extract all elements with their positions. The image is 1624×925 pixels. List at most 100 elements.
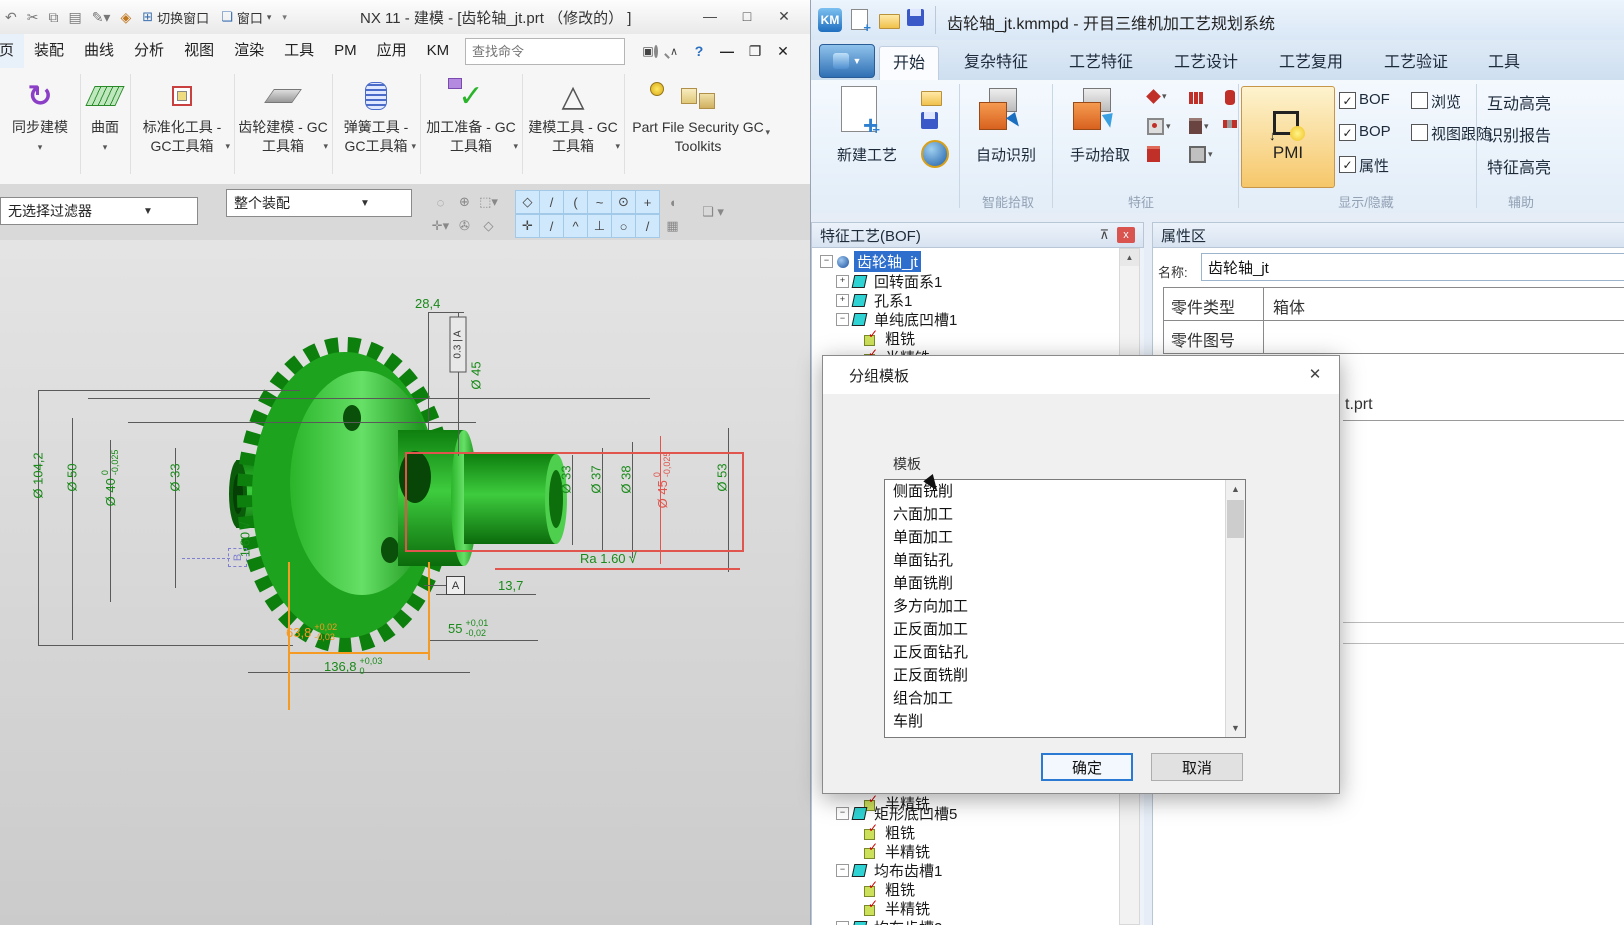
list-item[interactable]: 组合加工 xyxy=(885,687,1245,710)
snap-endpoint-icon[interactable]: ◇ xyxy=(515,190,540,214)
tab-application[interactable]: 应用 xyxy=(367,34,417,68)
render-style-dropdown[interactable]: ❑ ▾ xyxy=(695,200,731,224)
manual-pick-label[interactable]: 手动拾取 xyxy=(1055,144,1145,165)
snap-midpoint-icon[interactable]: / xyxy=(539,190,564,214)
snap-line-icon[interactable]: / xyxy=(539,214,564,238)
shaft-joint-feature-icon[interactable] xyxy=(1223,120,1237,128)
ok-button[interactable]: 确定 xyxy=(1041,753,1133,781)
window-menu-button[interactable]: ❏ 窗口 ▾ xyxy=(215,8,277,27)
snap-grid-icon[interactable]: ▦ xyxy=(660,214,685,238)
tab-tools[interactable]: 工具 xyxy=(1476,46,1532,80)
tab-km[interactable]: KM xyxy=(417,34,460,68)
scroll-up-icon[interactable]: ▲ xyxy=(1226,480,1245,498)
expander-icon[interactable]: − xyxy=(836,921,849,925)
doc-restore-button[interactable]: ❐ xyxy=(740,39,770,63)
format-brush-icon[interactable]: ✎▾ xyxy=(92,9,111,26)
scroll-down-icon[interactable]: ▼ xyxy=(1226,719,1245,737)
pmi-toggle-button[interactable]: ↓ PMI xyxy=(1241,86,1335,188)
tab-start[interactable]: 开始 xyxy=(879,46,939,81)
new-process-label[interactable]: 新建工艺 xyxy=(819,144,915,165)
tab-render[interactable]: 渲染 xyxy=(224,34,274,68)
help-icon[interactable]: ? xyxy=(684,39,714,63)
new-process-icon[interactable]: + xyxy=(833,86,897,144)
list-item[interactable]: 车削 xyxy=(885,710,1245,733)
tab-analysis[interactable]: 分析 xyxy=(124,34,174,68)
part-file-security-button[interactable]: Part File Security GC Toolkits▾ xyxy=(626,74,770,178)
browse-checkbox[interactable] xyxy=(1411,92,1428,109)
feature-highlight-button[interactable]: 特征高亮 xyxy=(1487,154,1551,178)
spring-tools-button[interactable]: 弹簧工具 - GC工具箱▾ xyxy=(334,74,418,178)
snap-point-icon[interactable]: ✛ xyxy=(515,214,540,238)
snap-ellipse-icon[interactable]: ○ xyxy=(611,214,636,238)
face-feature-icon[interactable]: ▾ xyxy=(1189,146,1213,163)
tree-item[interactable]: + 孔系1 xyxy=(836,291,915,310)
list-item[interactable]: 单面铣削 xyxy=(885,572,1245,595)
list-item[interactable]: 六面加工 xyxy=(885,503,1245,526)
snap-spline-icon[interactable]: ~ xyxy=(587,190,612,214)
modeling-tools-button[interactable]: △ 建模工具 - GC工具箱▾ xyxy=(524,74,622,178)
expander-icon[interactable]: − xyxy=(820,255,833,268)
dialog-close-icon[interactable]: ✕ xyxy=(1305,364,1325,384)
plane-feature-icon[interactable]: ▾ xyxy=(1147,90,1167,103)
nx-graphics-area[interactable]: 28,4 0.3 | A Ø 104,2 Ø 50 Ø 400-0,025 Ø … xyxy=(0,240,810,925)
copy-icon[interactable]: ⧉ xyxy=(48,9,58,26)
interactive-highlight-button[interactable]: 互动高亮 xyxy=(1487,90,1551,114)
panel-close-button[interactable]: x xyxy=(1117,227,1135,243)
list-item[interactable]: 正反面加工 xyxy=(885,618,1245,641)
search-input[interactable] xyxy=(466,44,654,59)
expander-icon[interactable]: + xyxy=(836,294,849,307)
pocket-feature-icon[interactable]: ▾ xyxy=(1189,118,1209,134)
list-item[interactable]: 单面钻孔 xyxy=(885,549,1245,572)
tab-process-features[interactable]: 工艺特征 xyxy=(1056,46,1146,80)
save-file-icon[interactable] xyxy=(907,9,929,31)
doc-minimize-button[interactable]: — xyxy=(712,39,742,63)
part-type-value[interactable]: 箱体 xyxy=(1273,294,1305,318)
open-process-icon[interactable] xyxy=(921,86,943,108)
tab-view[interactable]: 视图 xyxy=(174,34,224,68)
paste-icon[interactable]: ▤ xyxy=(68,9,81,26)
list-item[interactable]: 正反面铣削 xyxy=(885,664,1245,687)
switch-window-button[interactable]: ⊞ 切换窗口 xyxy=(136,8,215,27)
tree-item[interactable]: + 回转面系1 xyxy=(836,272,945,291)
cancel-button[interactable]: 取消 xyxy=(1151,753,1243,781)
maximize-button[interactable]: □ xyxy=(732,4,762,28)
tab-home[interactable]: 主页 xyxy=(0,34,24,69)
selection-filter-dropdown[interactable]: 无选择过滤器▼ xyxy=(0,197,198,225)
new-file-icon[interactable] xyxy=(851,9,873,31)
minimize-button[interactable]: — xyxy=(695,4,725,28)
close-button[interactable]: ✕ xyxy=(769,4,799,28)
tab-complex-features[interactable]: 复杂特征 xyxy=(951,46,1041,80)
synchronous-modeling-button[interactable]: ↻ 同步建模▾ xyxy=(2,74,78,178)
snap-pole-icon[interactable]: ^ xyxy=(563,214,588,238)
bof-scrollbar[interactable]: ▲ xyxy=(1119,248,1140,358)
selection-scope-dropdown[interactable]: 整个装配▼ xyxy=(226,189,412,217)
touch-mode-icon[interactable]: ◈ xyxy=(120,9,131,26)
gear-shaft-model[interactable] xyxy=(0,240,810,925)
snap-center-icon[interactable]: ⊙ xyxy=(611,190,636,214)
rib-feature-icon[interactable] xyxy=(1189,92,1193,104)
highlight-related-icon[interactable]: ◌ xyxy=(428,190,453,214)
name-field[interactable]: 齿轮轴_jt xyxy=(1201,253,1624,281)
gear-modeling-button[interactable]: 齿轮建模 - GC工具箱▾ xyxy=(236,74,330,178)
expander-icon[interactable]: + xyxy=(836,275,849,288)
bof-checkbox[interactable]: ✓ xyxy=(1339,92,1356,109)
km-app-button[interactable]: ▼ xyxy=(819,44,875,78)
move-origin-icon[interactable]: ⊕ xyxy=(452,190,477,214)
tab-tools[interactable]: 工具 xyxy=(274,34,324,68)
snap-toggle-icon[interactable]: ✛▾ xyxy=(428,214,453,238)
snap-face-icon[interactable]: ◖ xyxy=(660,190,685,214)
list-item[interactable]: 正反面钻孔 xyxy=(885,641,1245,664)
list-item[interactable]: 单面加工 xyxy=(885,526,1245,549)
surface-button[interactable]: 曲面▾ xyxy=(82,74,128,178)
save-process-icon[interactable] xyxy=(921,112,943,134)
cut-icon[interactable]: ✂ xyxy=(27,9,39,26)
pin-icon[interactable]: ⊼ xyxy=(1099,227,1109,243)
boss-feature-icon[interactable] xyxy=(1147,146,1160,162)
tree-item[interactable]: − 均布齿槽1 xyxy=(836,861,945,880)
attributes-checkbox[interactable]: ✓ xyxy=(1339,156,1356,173)
tree-item[interactable]: − 矩形底凹槽5 xyxy=(836,804,960,823)
cube-snap-icon[interactable]: ◇ xyxy=(476,214,501,238)
expander-icon[interactable]: − xyxy=(836,313,849,326)
undo-icon[interactable]: ↶ xyxy=(5,9,17,26)
standardization-tools-button[interactable]: 标准化工具 - GC工具箱▾ xyxy=(132,74,232,178)
